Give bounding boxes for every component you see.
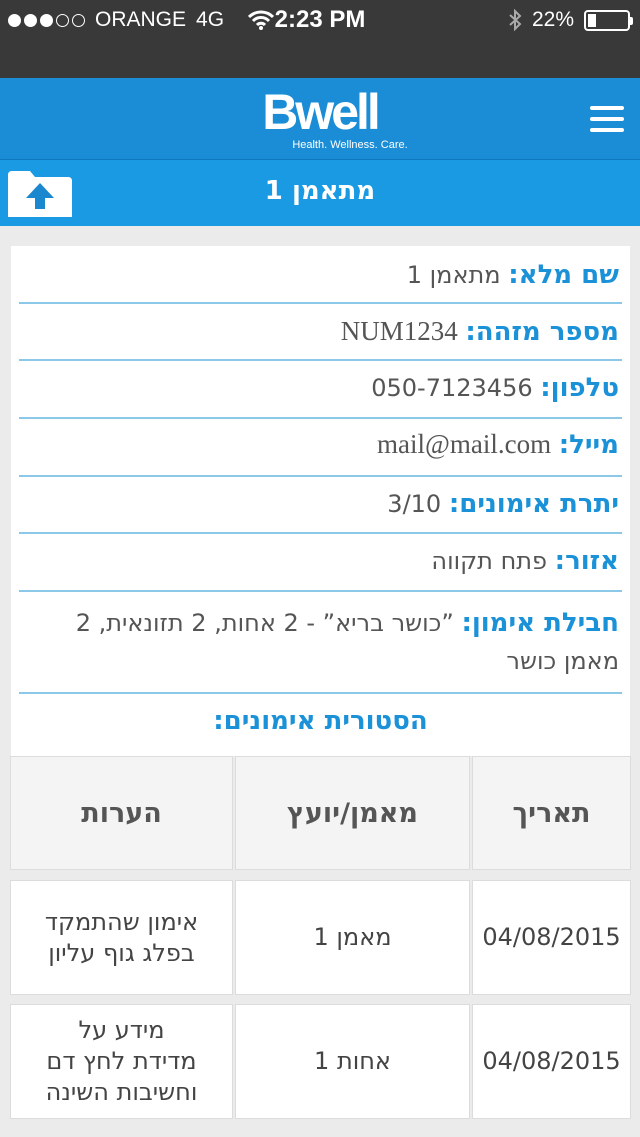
column-header-date: תאריך — [473, 757, 630, 869]
sessions-left-label: יתרת אימונים: — [448, 489, 619, 519]
column-header-notes: הערות — [11, 757, 232, 869]
battery-icon — [584, 9, 633, 31]
package-label: חבילת אימון: — [461, 608, 619, 638]
phone-label: טלפון: — [540, 373, 619, 403]
phone-row: טלפון: 050-7123456 — [19, 361, 622, 419]
title-bar: מתאמן 1 — [0, 160, 640, 226]
battery-percent: 22% — [531, 8, 574, 31]
page-title: מתאמן 1 — [264, 176, 376, 206]
email-value[interactable]: mail@mail.com — [377, 429, 551, 459]
full-name-label: שם מלא: — [508, 260, 619, 290]
area-label: אזור: — [554, 546, 619, 576]
phone-value[interactable]: 050-7123456 — [371, 374, 532, 402]
status-bar: ORANGE 4G 2:23 PM 22% — [0, 0, 640, 40]
id-row: מספר מזהה: NUM1234 — [19, 304, 622, 361]
email-row: מייל: mail@mail.com — [19, 419, 622, 477]
logo-tagline: Health. Wellness. Care. — [292, 139, 408, 151]
table-row-1-date: 04/08/2015 — [473, 881, 630, 994]
logo-word: Bwell — [262, 84, 381, 140]
table-row-2-date: 04/08/2015 — [473, 1005, 630, 1118]
history-title: הסטורית אימונים: — [213, 706, 428, 736]
id-value: NUM1234 — [340, 316, 458, 346]
full-name-value: מתאמן 1 — [406, 261, 501, 289]
sessions-left-row: יתרת אימונים: 3/10 — [19, 477, 622, 534]
table-row-2-notes-text: מידע על מדידת לחץ דם וחשיבות השינה — [45, 1016, 198, 1106]
table-row-1-notes-text: אימון שהתמקד בפלג גוף עליון — [44, 907, 199, 967]
bluetooth-icon — [509, 9, 522, 31]
full-name-row: שם מלא: מתאמן 1 — [19, 250, 622, 304]
status-right: 22% — [508, 8, 633, 32]
profile-card: שם מלא: מתאמן 1 מספר מזהה: NUM1234 טלפון… — [11, 246, 630, 756]
table-row-2-notes: מידע על מדידת לחץ דם וחשיבות השינה — [11, 1005, 232, 1118]
hamburger-menu-icon[interactable] — [590, 106, 624, 132]
column-header-trainer: מאמן/יועץ — [236, 757, 469, 869]
table-row-2-trainer: אחות 1 — [236, 1005, 469, 1118]
table-row-1-notes: אימון שהתמקד בפלג גוף עליון — [11, 881, 232, 994]
sessions-left-value: 3/10 — [387, 490, 442, 518]
table-row-1-trainer: מאמן 1 — [236, 881, 469, 994]
package-row: חבילת אימון: ”כושר בריא” - 2 אחות, 2 תזו… — [19, 592, 622, 694]
area-row: אזור: פתח תקווה — [19, 534, 622, 592]
bwell-logo[interactable]: Bwell Health. Wellness. Care. — [0, 86, 640, 151]
email-label: מייל: — [558, 430, 619, 460]
id-label: מספר מזהה: — [465, 317, 619, 347]
area-value: פתח תקווה — [431, 547, 548, 575]
app-header: Bwell Health. Wellness. Care. — [0, 78, 640, 160]
status-spacer — [0, 40, 640, 78]
